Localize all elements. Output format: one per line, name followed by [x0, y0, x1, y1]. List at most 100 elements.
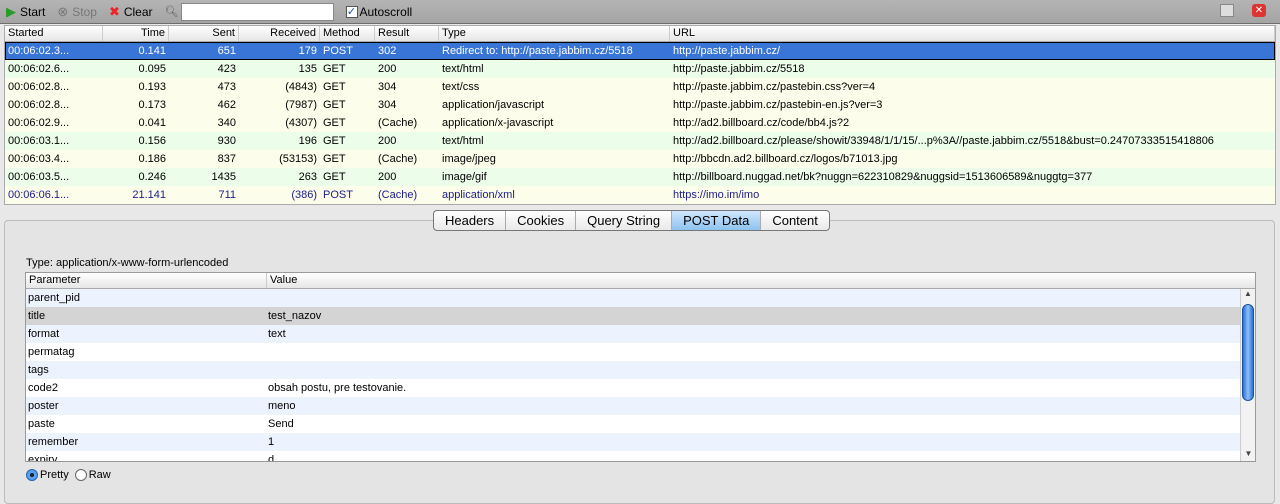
param-value: test_nazov	[268, 310, 322, 322]
param-row[interactable]: poster meno	[26, 397, 1241, 415]
param-value: Send	[268, 418, 294, 430]
request-row[interactable]: 00:06:03.4... 0.186 837 (53153) GET (Cache) im…	[5, 150, 1275, 168]
cell-received: 135	[298, 63, 317, 75]
cell-received: 263	[298, 171, 317, 183]
cell-result: (Cache)	[378, 117, 418, 129]
column-header-parameter[interactable]: Parameter	[26, 273, 267, 288]
cell-result: 302	[378, 45, 397, 57]
column-header-method[interactable]: Method	[320, 26, 375, 41]
play-icon: ▶	[6, 3, 16, 19]
cell-time: 0.141	[138, 45, 166, 57]
pretty-radio[interactable]: Pretty	[26, 469, 69, 481]
column-header-url[interactable]: URL	[670, 26, 1275, 41]
cell-url: http://paste.jabbim.cz/5518	[673, 63, 805, 75]
param-row[interactable]: permatag	[26, 343, 1241, 361]
cell-started: 00:06:02.8...	[8, 99, 70, 111]
param-row[interactable]: format text	[26, 325, 1241, 343]
tab-query-string[interactable]: Query String	[576, 211, 673, 230]
clear-button[interactable]: ✖ Clear	[109, 4, 153, 20]
cell-received: (4843)	[285, 81, 317, 93]
restore-window-button[interactable]	[1220, 4, 1234, 17]
cell-received: (4307)	[285, 117, 317, 129]
column-header-result[interactable]: Result	[375, 26, 439, 41]
scrollbar-thumb[interactable]	[1242, 304, 1254, 401]
cell-method: GET	[323, 63, 346, 75]
param-row[interactable]: paste Send	[26, 415, 1241, 433]
tab-content[interactable]: Content	[761, 211, 829, 230]
cell-started: 00:06:03.4...	[8, 153, 70, 165]
start-button[interactable]: ▶ Start	[6, 4, 45, 20]
cell-type: image/gif	[442, 171, 487, 183]
radio-selected-icon	[26, 469, 38, 481]
column-header-sent[interactable]: Sent	[169, 26, 239, 41]
request-row[interactable]: 00:06:06.1... 21.141 711 (386) POST (Cache) ap…	[5, 186, 1275, 204]
param-name: title	[28, 310, 46, 322]
tab-headers[interactable]: Headers	[434, 211, 507, 230]
cell-received: (53153)	[279, 153, 317, 165]
param-row[interactable]: parent_pid	[26, 289, 1241, 307]
close-button[interactable]: ✕	[1252, 4, 1266, 17]
cell-method: GET	[323, 153, 346, 165]
param-name: remember	[28, 436, 79, 448]
cell-time: 0.095	[138, 63, 166, 75]
param-name: tags	[28, 364, 49, 376]
param-row[interactable]: title test_nazov	[26, 307, 1241, 325]
param-row[interactable]: expiry d	[26, 451, 1241, 462]
column-header-received[interactable]: Received	[239, 26, 320, 41]
cell-type: application/javascript	[442, 99, 545, 111]
cell-result: 200	[378, 171, 397, 183]
cell-started: 00:06:02.6...	[8, 63, 70, 75]
column-header-value[interactable]: Value	[267, 273, 1255, 288]
cell-received: 196	[298, 135, 317, 147]
param-row[interactable]: tags	[26, 361, 1241, 379]
cell-url: http://paste.jabbim.cz/pastebin.css?ver=…	[673, 81, 876, 93]
request-row[interactable]: 00:06:03.1... 0.156 930 196 GET 200 text/html h…	[5, 132, 1275, 150]
scroll-down-icon[interactable]: ▼	[1241, 449, 1255, 461]
checkbox-checked-icon: ✓	[345, 5, 358, 18]
cell-method: POST	[323, 45, 353, 57]
cell-sent: 837	[217, 153, 236, 165]
request-row[interactable]: 00:06:02.8... 0.173 462 (7987) GET 304 applica…	[5, 96, 1275, 114]
tab-post-data[interactable]: POST Data	[672, 211, 762, 230]
request-row[interactable]: 00:06:02.9... 0.041 340 (4307) GET (Cache) app…	[5, 114, 1275, 132]
param-name: parent_pid	[28, 292, 80, 304]
param-value: obsah postu, pre testovanie.	[268, 382, 407, 394]
tab-cookies[interactable]: Cookies	[506, 211, 577, 230]
cell-type: application/xml	[442, 189, 515, 201]
cell-type: text/html	[442, 63, 484, 75]
request-row[interactable]: 00:06:03.5... 0.246 1435 263 GET 200 image/gif…	[5, 168, 1275, 186]
cell-time: 0.186	[138, 153, 166, 165]
request-row[interactable]: 00:06:02.3... 0.141 651 179 POST 302 Redirect …	[5, 42, 1275, 60]
post-params-table: Parameter Value parent_pidtitle test_nazov…	[25, 272, 1256, 462]
cell-method: GET	[323, 171, 346, 183]
scroll-up-icon[interactable]: ▲	[1241, 289, 1255, 301]
param-value: d	[268, 454, 275, 462]
request-row[interactable]: 00:06:02.8... 0.193 473 (4843) GET 304 text/cs…	[5, 78, 1275, 96]
stop-button[interactable]: ⊗ Stop	[57, 4, 97, 20]
cell-type: text/html	[442, 135, 484, 147]
cell-url: http://paste.jabbim.cz/pastebin-en.js?ve…	[673, 99, 883, 111]
param-value: text	[268, 328, 286, 340]
search-input[interactable]	[180, 2, 334, 21]
vertical-scrollbar[interactable]: ▲ ▼	[1240, 289, 1255, 461]
raw-radio[interactable]: Raw	[74, 469, 111, 481]
stop-icon: ⊗	[57, 3, 69, 19]
column-header-time[interactable]: Time	[103, 26, 169, 41]
column-header-started[interactable]: Started	[5, 26, 103, 41]
cell-time: 0.041	[138, 117, 166, 129]
cell-received: (7987)	[285, 99, 317, 111]
cell-method: GET	[323, 117, 346, 129]
cell-method: GET	[323, 135, 346, 147]
cell-received: (386)	[291, 189, 317, 201]
cell-started: 00:06:02.8...	[8, 81, 70, 93]
request-row[interactable]: 00:06:02.6... 0.095 423 135 GET 200 text/html h…	[5, 60, 1275, 78]
cell-sent: 711	[218, 189, 236, 201]
cell-url: http://ad2.billboard.cz/code/bb4.js?2	[673, 117, 850, 129]
param-name: poster	[28, 400, 59, 412]
cell-url: https://imo.im/imo	[673, 189, 760, 201]
autoscroll-checkbox[interactable]: ✓ Autoscroll	[345, 5, 412, 19]
radio-unselected-icon	[74, 469, 87, 481]
column-header-type[interactable]: Type	[439, 26, 670, 41]
param-row[interactable]: remember 1	[26, 433, 1241, 451]
param-row[interactable]: code2 obsah postu, pre testovanie.	[26, 379, 1241, 397]
